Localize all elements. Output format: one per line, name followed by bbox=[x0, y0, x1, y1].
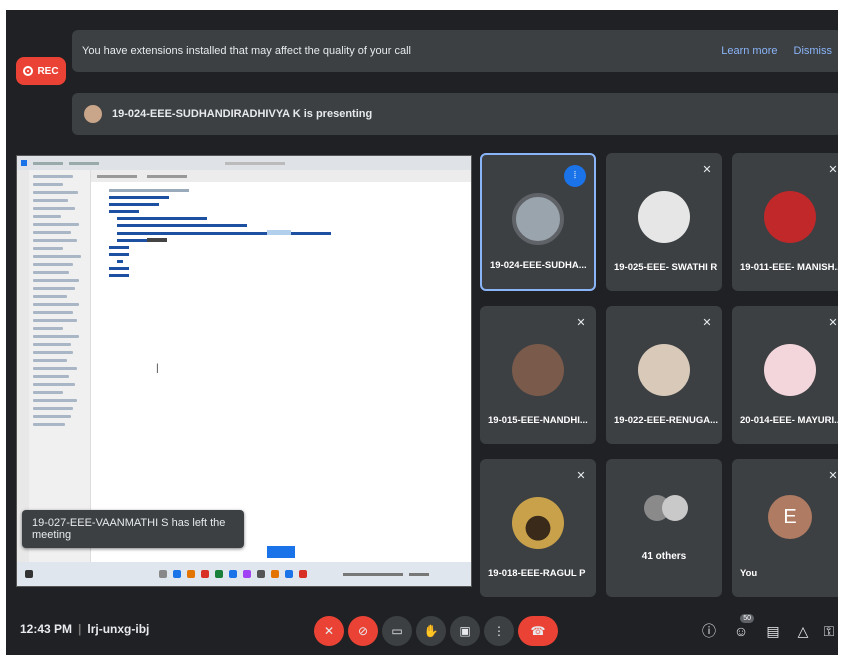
mic-off-icon: ✕ bbox=[828, 317, 838, 329]
mic-off-icon: ✕ bbox=[702, 164, 712, 176]
others-avatar bbox=[662, 495, 688, 521]
code-lines bbox=[91, 182, 471, 280]
participant-name: 19-015-EEE-NANDHI... bbox=[488, 415, 588, 426]
participant-tile[interactable]: ✕ 19-018-EEE-RAGUL P bbox=[480, 459, 596, 597]
participant-tile[interactable]: ⦙ 19-024-EEE-SUDHA... bbox=[480, 153, 596, 291]
participant-name: 19-024-EEE-SUDHA... bbox=[490, 260, 587, 271]
code-editor bbox=[91, 170, 471, 562]
activity-bar bbox=[17, 170, 29, 562]
recording-indicator[interactable]: REC bbox=[16, 57, 66, 85]
chat-icon: ▤ bbox=[766, 622, 780, 639]
mouse-cursor-icon: ▏ bbox=[157, 364, 164, 373]
left-meeting-toast: 19-027-EEE-VAANMATHI S has left the meet… bbox=[22, 510, 244, 548]
extensions-banner: You have extensions installed that may a… bbox=[72, 30, 838, 72]
avatar bbox=[764, 191, 816, 243]
mic-off-icon: ✕ bbox=[828, 470, 838, 482]
raise-hand-button[interactable]: ✋ bbox=[416, 616, 446, 646]
present-icon: ▣ bbox=[459, 624, 471, 638]
mic-off-icon: ✕ bbox=[576, 470, 586, 482]
mic-off-icon: ✕ bbox=[576, 317, 586, 329]
shared-taskbar bbox=[17, 562, 471, 586]
participant-name: 20-014-EEE- MAYURI... bbox=[740, 415, 838, 426]
dismiss-button[interactable]: Dismiss bbox=[794, 45, 833, 57]
self-name: You bbox=[740, 568, 758, 579]
participant-tile[interactable]: ✕ 19-022-EEE-RENUGA... bbox=[606, 306, 722, 444]
people-icon: ☺ bbox=[733, 623, 749, 639]
chat-button[interactable]: ▤ bbox=[760, 618, 786, 644]
bottom-toolbar: 12:43 PM | lrj-unxg-ibj ✕ ⊘ ▭ ✋ ▣ ⋮ ☎ ⓘ ☺ … bbox=[6, 608, 838, 655]
avatar bbox=[512, 193, 564, 245]
avatar bbox=[512, 344, 564, 396]
activities-button[interactable]: △ bbox=[790, 618, 816, 644]
mic-toggle-button[interactable]: ✕ bbox=[314, 616, 344, 646]
captions-button[interactable]: ▭ bbox=[382, 616, 412, 646]
presenting-text: 19-024-EEE-SUDHANDIRADHIVYA K is present… bbox=[112, 108, 373, 120]
meeting-code[interactable]: lrj-unxg-ibj bbox=[87, 622, 149, 636]
presenter-avatar bbox=[84, 105, 102, 123]
avatar bbox=[638, 191, 690, 243]
hand-icon: ✋ bbox=[423, 624, 439, 638]
participant-tile[interactable]: ✕ 19-015-EEE-NANDHI... bbox=[480, 306, 596, 444]
shared-titlebar bbox=[17, 156, 471, 170]
more-options-button[interactable]: ⋮ bbox=[484, 616, 514, 646]
extensions-message: You have extensions installed that may a… bbox=[82, 45, 411, 57]
info-icon: ⓘ bbox=[702, 623, 716, 639]
present-button[interactable]: ▣ bbox=[450, 616, 480, 646]
mic-off-icon: ✕ bbox=[323, 624, 335, 638]
presenting-banner: 19-024-EEE-SUDHANDIRADHIVYA K is present… bbox=[72, 93, 838, 135]
participant-tile[interactable]: ✕ 19-025-EEE- SWATHI R bbox=[606, 153, 722, 291]
others-count: 41 others bbox=[641, 551, 687, 562]
captions-icon: ▭ bbox=[391, 624, 403, 638]
participant-name: 19-018-EEE-RAGUL P bbox=[488, 568, 586, 579]
learn-more-link[interactable]: Learn more bbox=[721, 45, 777, 57]
record-icon bbox=[23, 66, 34, 76]
self-avatar: E bbox=[768, 495, 812, 539]
participant-count-badge: 50 bbox=[740, 614, 754, 623]
meeting-details-button[interactable]: ⓘ bbox=[696, 618, 722, 644]
avatar bbox=[764, 344, 816, 396]
self-tile[interactable]: ✕ E You bbox=[732, 459, 838, 597]
host-controls-button[interactable]: ⚿ bbox=[816, 618, 838, 644]
participant-tile[interactable]: ✕ 20-014-EEE- MAYURI... bbox=[732, 306, 838, 444]
meeting-info: 12:43 PM | lrj-unxg-ibj bbox=[20, 622, 150, 636]
editor-tabs bbox=[91, 170, 471, 182]
participant-tile[interactable]: ✕ 19-011-EEE- MANISH... bbox=[732, 153, 838, 291]
file-explorer bbox=[29, 170, 91, 562]
meet-window: REC You have extensions installed that m… bbox=[6, 10, 838, 655]
leave-call-button[interactable]: ☎ bbox=[518, 616, 558, 646]
camera-toggle-button[interactable]: ⊘ bbox=[348, 616, 378, 646]
shapes-icon: △ bbox=[797, 622, 809, 639]
participant-name: 19-022-EEE-RENUGA... bbox=[614, 415, 718, 426]
camera-off-icon: ⊘ bbox=[357, 624, 369, 638]
people-button[interactable]: ☺ 50 bbox=[728, 614, 754, 644]
avatar bbox=[512, 497, 564, 549]
rec-label: REC bbox=[37, 65, 59, 77]
shared-button bbox=[267, 546, 295, 558]
lock-icon: ⚿ bbox=[823, 622, 835, 639]
clock: 12:43 PM bbox=[20, 622, 73, 636]
hang-up-icon: ☎ bbox=[530, 624, 546, 638]
participant-name: 19-011-EEE- MANISH... bbox=[740, 262, 838, 273]
more-vert-icon: ⋮ bbox=[493, 624, 505, 638]
others-tile[interactable]: 41 others bbox=[606, 459, 722, 597]
mic-off-icon: ✕ bbox=[702, 317, 712, 329]
avatar bbox=[638, 344, 690, 396]
mic-off-icon: ✕ bbox=[828, 164, 838, 176]
speaking-indicator-icon: ⦙ bbox=[564, 165, 586, 187]
participant-name: 19-025-EEE- SWATHI R bbox=[614, 262, 718, 273]
toast-text: 19-027-EEE-VAANMATHI S has left the meet… bbox=[32, 517, 226, 541]
